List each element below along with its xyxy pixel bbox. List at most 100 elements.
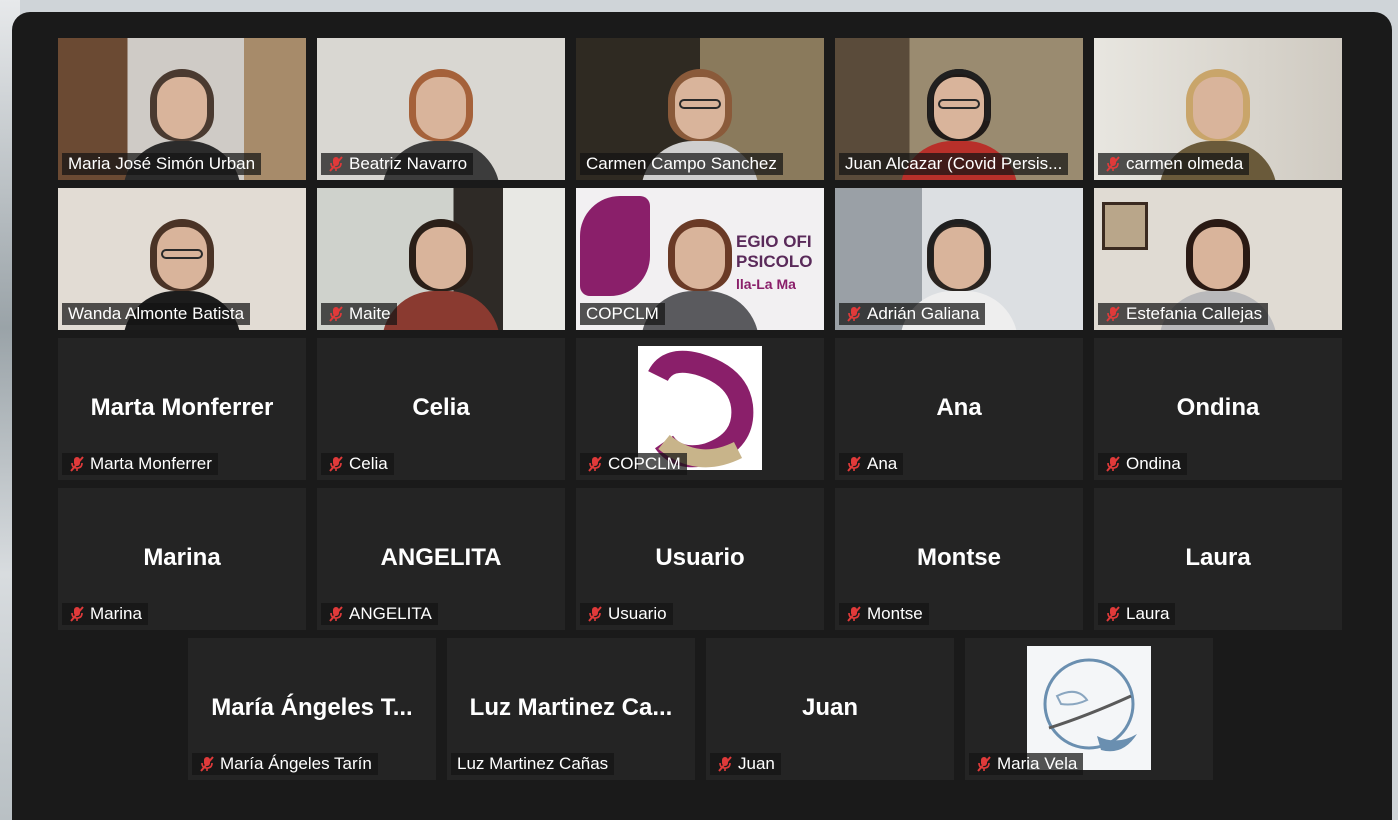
mic-muted-icon bbox=[1104, 605, 1122, 623]
active-speaker-tile[interactable]: EGIO OFI PSICOLO lla-La Ma COPCLM bbox=[576, 188, 824, 330]
participant-name-tag: ANGELITA bbox=[321, 603, 438, 625]
participant-name-tag: carmen olmeda bbox=[1098, 153, 1250, 175]
participant-tile[interactable]: Usuario Usuario bbox=[576, 488, 824, 630]
participant-name-tag: Maria Vela bbox=[969, 753, 1084, 775]
participant-tile[interactable]: Ana Ana bbox=[835, 338, 1083, 480]
participant-tile[interactable]: Ondina Ondina bbox=[1094, 338, 1342, 480]
participant-tile[interactable]: Celia Celia bbox=[317, 338, 565, 480]
participant-name: Ana bbox=[867, 454, 898, 473]
participant-name: Carmen Campo Sanchez bbox=[586, 154, 777, 173]
participant-name: Marta Monferrer bbox=[90, 454, 212, 473]
mic-muted-icon bbox=[327, 455, 345, 473]
participant-name-tag: Juan bbox=[710, 753, 781, 775]
participant-tile[interactable]: Laura Laura bbox=[1094, 488, 1342, 630]
participant-tile[interactable]: carmen olmeda bbox=[1094, 38, 1342, 180]
participant-display-name: Juan bbox=[801, 694, 858, 721]
copclm-logo-icon bbox=[648, 350, 754, 468]
participant-name-tag: COPCLM bbox=[580, 303, 665, 325]
participant-tile[interactable]: Carmen Campo Sanchez bbox=[576, 38, 824, 180]
participant-display-name: María Ángeles T... bbox=[211, 694, 413, 721]
participant-name: Montse bbox=[867, 604, 923, 623]
participant-tile[interactable]: Montse Montse bbox=[835, 488, 1083, 630]
participant-name: María Ángeles Tarín bbox=[220, 754, 372, 773]
participant-name: Maria José Simón Urban bbox=[68, 154, 256, 173]
participant-name-tag: Estefania Callejas bbox=[1098, 303, 1269, 325]
participant-tile[interactable]: María Ángeles T... María Ángeles Tarín bbox=[188, 638, 436, 780]
participant-name: Usuario bbox=[608, 604, 667, 623]
participant-name: Juan Alcazar (Covid Persis... bbox=[845, 154, 1063, 173]
participant-tile[interactable]: Estefania Callejas bbox=[1094, 188, 1342, 330]
participant-name-tag: Beatriz Navarro bbox=[321, 153, 474, 175]
participant-display-name: Celia bbox=[412, 394, 470, 421]
meeting-gallery-window: Maria José Simón Urban Beatriz Navarro C… bbox=[12, 12, 1392, 820]
participant-name-tag: Montse bbox=[839, 603, 929, 625]
participant-tile[interactable]: ANGELITA ANGELITA bbox=[317, 488, 565, 630]
participant-name: Maite bbox=[349, 304, 391, 323]
participant-tile[interactable]: Maria Vela bbox=[965, 638, 1213, 780]
participant-name-tag: Maria José Simón Urban bbox=[62, 153, 262, 175]
participant-tile[interactable]: COPCLM bbox=[576, 338, 824, 480]
participant-name: Wanda Almonte Batista bbox=[68, 304, 245, 323]
participant-name-tag: Luz Martinez Cañas bbox=[451, 753, 615, 775]
participant-name-tag: Carmen Campo Sanchez bbox=[580, 153, 783, 175]
profile-picture bbox=[1027, 646, 1151, 770]
participant-tile[interactable]: Juan Alcazar (Covid Persis... bbox=[835, 38, 1083, 180]
participant-name-tag: Ondina bbox=[1098, 453, 1187, 475]
participant-name: Luz Martinez Cañas bbox=[457, 754, 609, 773]
mic-muted-icon bbox=[845, 605, 863, 623]
mic-muted-icon bbox=[845, 305, 863, 323]
participant-name-tag: María Ángeles Tarín bbox=[192, 753, 378, 775]
participant-name-tag: Laura bbox=[1098, 603, 1176, 625]
mic-muted-icon bbox=[68, 605, 86, 623]
participant-name-tag: Marta Monferrer bbox=[62, 453, 218, 475]
participant-name-tag: Adrián Galiana bbox=[839, 303, 986, 325]
participant-name-tag: COPCLM bbox=[580, 453, 687, 475]
participant-name: Ondina bbox=[1126, 454, 1181, 473]
participant-name: ANGELITA bbox=[349, 604, 432, 623]
mic-muted-icon bbox=[68, 455, 86, 473]
mic-muted-icon bbox=[1104, 155, 1122, 173]
mic-muted-icon bbox=[327, 155, 345, 173]
participant-name: COPCLM bbox=[608, 454, 681, 473]
mic-muted-icon bbox=[1104, 455, 1122, 473]
participant-name: Adrián Galiana bbox=[867, 304, 980, 323]
participant-name-tag: Usuario bbox=[580, 603, 673, 625]
participant-display-name: Marina bbox=[143, 544, 221, 571]
participant-tile[interactable]: Maria José Simón Urban bbox=[58, 38, 306, 180]
participant-tile[interactable]: Beatriz Navarro bbox=[317, 38, 565, 180]
participant-display-name: Montse bbox=[917, 544, 1001, 571]
participant-display-name: Laura bbox=[1185, 544, 1251, 571]
participant-display-name: Marta Monferrer bbox=[90, 394, 274, 421]
participant-name: Laura bbox=[1126, 604, 1170, 623]
mic-muted-icon bbox=[975, 755, 993, 773]
participant-tile[interactable]: Adrián Galiana bbox=[835, 188, 1083, 330]
participant-tile[interactable]: Marta Monferrer Marta Monferrer bbox=[58, 338, 306, 480]
participant-name: Marina bbox=[90, 604, 142, 623]
participant-name: Beatriz Navarro bbox=[349, 154, 468, 173]
participant-tile[interactable]: Wanda Almonte Batista bbox=[58, 188, 306, 330]
participant-display-name: Ondina bbox=[1176, 394, 1260, 421]
participant-name: Estefania Callejas bbox=[1126, 304, 1263, 323]
mic-muted-icon bbox=[1104, 305, 1122, 323]
participant-name-tag: Marina bbox=[62, 603, 148, 625]
participant-tile[interactable]: Maite bbox=[317, 188, 565, 330]
profile-picture bbox=[638, 346, 762, 470]
mic-muted-icon bbox=[327, 305, 345, 323]
participant-display-name: Usuario bbox=[655, 544, 745, 571]
mic-muted-icon bbox=[845, 455, 863, 473]
participant-display-name: ANGELITA bbox=[380, 544, 502, 571]
maria-vela-logo-icon bbox=[1043, 658, 1137, 752]
mic-muted-icon bbox=[586, 455, 604, 473]
wall-picture bbox=[1102, 202, 1148, 250]
participant-display-name: Luz Martinez Ca... bbox=[469, 694, 673, 721]
participant-tile[interactable]: Juan Juan bbox=[706, 638, 954, 780]
participant-name: COPCLM bbox=[586, 304, 659, 323]
participant-tile[interactable]: Luz Martinez Ca... Luz Martinez Cañas bbox=[447, 638, 695, 780]
participant-name: Celia bbox=[349, 454, 388, 473]
mic-muted-icon bbox=[586, 605, 604, 623]
mic-muted-icon bbox=[716, 755, 734, 773]
participant-tile[interactable]: Marina Marina bbox=[58, 488, 306, 630]
participant-display-name: Ana bbox=[936, 394, 982, 421]
participant-name-tag: Wanda Almonte Batista bbox=[62, 303, 251, 325]
mic-muted-icon bbox=[198, 755, 216, 773]
